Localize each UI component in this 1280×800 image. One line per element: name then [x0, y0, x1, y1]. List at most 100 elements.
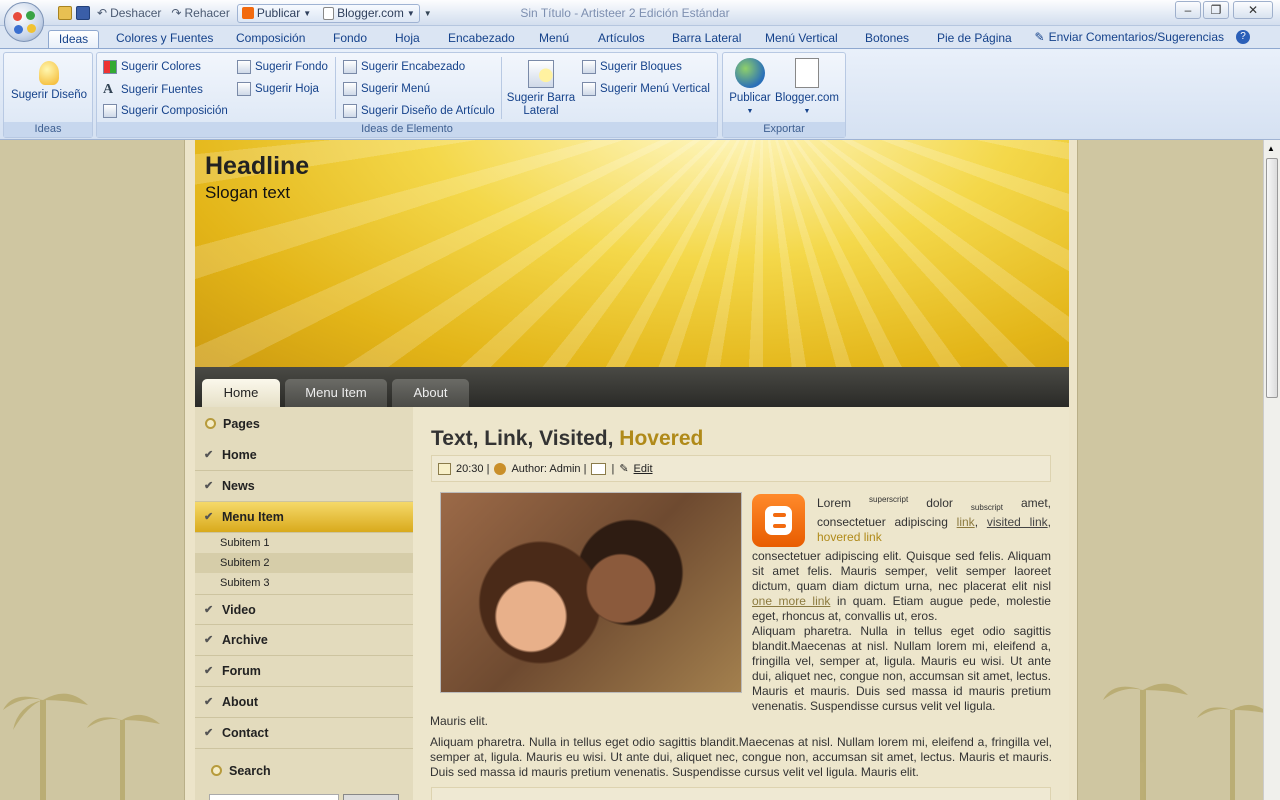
chevron-down-icon: ▼: [303, 8, 312, 18]
tab-articles[interactable]: Artículos: [590, 30, 653, 50]
check-icon: ✔: [204, 634, 214, 646]
menu-item-about[interactable]: About: [392, 379, 469, 407]
tab-ideas[interactable]: Ideas: [48, 30, 99, 50]
group-label-ideas: Ideas: [4, 122, 92, 137]
background-icon: [237, 60, 251, 74]
vmenu-item-forum[interactable]: ✔ Forum: [195, 656, 413, 687]
group-ideas: Sugerir Diseño Ideas: [3, 52, 93, 138]
check-icon: ✔: [204, 696, 214, 708]
author-icon: [494, 462, 507, 475]
suggest-vertical-menu-button[interactable]: Sugerir Menú Vertical: [582, 82, 710, 96]
menu-item-menu-item[interactable]: Menu Item: [285, 379, 387, 407]
blogger-com-button[interactable]: Blogger.com ▼: [773, 58, 841, 118]
suggest-colors-button[interactable]: Sugerir Colores: [103, 60, 201, 74]
menu-item-home[interactable]: Home: [202, 379, 280, 407]
suggest-blocks-button[interactable]: Sugerir Bloques: [582, 60, 682, 74]
chevron-down-icon: ▼: [803, 108, 811, 115]
orb-dot: [27, 24, 36, 33]
tab-sheet[interactable]: Hoja: [387, 30, 428, 50]
divider: [501, 57, 502, 119]
restore-button[interactable]: ❐: [1203, 1, 1229, 19]
orb-dot: [26, 11, 35, 20]
suggest-sidebar-button[interactable]: Sugerir Barra Lateral: [505, 60, 577, 118]
sidebar: Pages ✔ Home ✔ News ✔ Menu Item Subitem 1 S…: [195, 407, 413, 800]
vmenu-item-news[interactable]: ✔ News: [195, 471, 413, 502]
close-button[interactable]: ✕: [1233, 1, 1273, 19]
scroll-up-arrow[interactable]: ▲: [1267, 144, 1275, 153]
edit-link[interactable]: Edit: [634, 463, 653, 475]
email-icon[interactable]: [591, 462, 607, 475]
vertical-scrollbar[interactable]: ▲: [1263, 140, 1280, 800]
check-icon: ✔: [204, 480, 214, 492]
post-paragraph-2-tail: Mauris elit.: [430, 714, 489, 728]
check-icon: ✔: [204, 449, 214, 461]
tab-header[interactable]: Encabezado: [440, 30, 523, 50]
vmenu-subitem-3[interactable]: Subitem 3: [195, 573, 413, 593]
group-export: Publicar ▼ Blogger.com ▼ Exportar: [722, 52, 846, 138]
orb-dot: [13, 12, 22, 21]
post-photo: [440, 492, 742, 693]
help-icon[interactable]: ?: [1236, 30, 1250, 44]
colors-icon: [103, 60, 117, 74]
tab-composition[interactable]: Composición: [228, 30, 313, 50]
undo-button[interactable]: ↶ Deshacer: [94, 3, 164, 23]
redo-icon: ↷: [171, 6, 182, 20]
group-label-export: Exportar: [723, 122, 845, 137]
app-menu-button[interactable]: [4, 2, 44, 42]
suggest-fonts-button[interactable]: A Sugerir Fuentes: [103, 82, 203, 98]
suggest-background-button[interactable]: Sugerir Fondo: [237, 60, 328, 74]
post-area: Text, Link, Visited, Hovered 20:30 | Aut…: [413, 407, 1069, 800]
vmenu-item-menu-item[interactable]: ✔ Menu Item: [195, 502, 413, 533]
customize-qat-icon[interactable]: ▼: [424, 9, 432, 18]
chevron-down-icon: ▼: [406, 8, 415, 18]
one-more-link[interactable]: one more link: [752, 594, 830, 608]
suggest-header-button[interactable]: Sugerir Encabezado: [343, 60, 465, 74]
check-icon: ✔: [204, 727, 214, 739]
publish-button[interactable]: Publicar ▼: [727, 58, 773, 118]
vmenu-item-archive[interactable]: ✔ Archive: [195, 625, 413, 656]
search-button[interactable]: [343, 794, 399, 800]
vmenu-item-video[interactable]: ✔ Video: [195, 594, 413, 625]
site-headline[interactable]: Headline: [205, 152, 309, 181]
tab-buttons[interactable]: Botones: [857, 30, 917, 50]
hovered-link[interactable]: hovered link: [817, 530, 882, 544]
tab-colors-fonts[interactable]: Colores y Fuentes: [108, 30, 221, 50]
feedback-button[interactable]: ✎ Enviar Comentarios/Sugerencias ?: [1035, 30, 1250, 44]
open-icon[interactable]: [58, 6, 72, 20]
vmenu-subitem-2[interactable]: Subitem 2: [195, 553, 413, 573]
minimize-button[interactable]: –: [1175, 1, 1201, 19]
suggest-sheet-button[interactable]: Sugerir Hoja: [237, 82, 319, 96]
tab-background[interactable]: Fondo: [325, 30, 375, 50]
post-author: Author: Admin |: [511, 462, 587, 475]
search-input[interactable]: [209, 794, 339, 800]
tab-vertical-menu[interactable]: Menú Vertical: [757, 30, 846, 50]
vmenu-item-about[interactable]: ✔ About: [195, 687, 413, 718]
bullet-circle-icon: [205, 418, 216, 429]
site-slogan[interactable]: Slogan text: [205, 183, 290, 203]
post-paragraph-3: Aliquam pharetra. Nulla in tellus eget o…: [430, 735, 1052, 779]
check-icon: ✔: [204, 511, 214, 523]
sample-link[interactable]: link: [957, 515, 975, 529]
sheet-icon: [237, 82, 251, 96]
ribbon: Sugerir Diseño Ideas Sugerir Colores A Su…: [0, 48, 1280, 140]
visited-link[interactable]: visited link: [987, 515, 1048, 529]
post-footer: [431, 787, 1051, 800]
bullet-circle-icon: [211, 765, 222, 776]
site-sheet: Headline Slogan text Home Menu Item Abou…: [184, 140, 1078, 800]
publish-combo[interactable]: Publicar ▼ Blogger.com ▼: [236, 3, 420, 23]
redo-button[interactable]: ↷ Rehacer: [168, 3, 232, 23]
tab-footer[interactable]: Pie de Página: [929, 30, 1020, 50]
suggest-composition-button[interactable]: Sugerir Composición: [103, 104, 228, 118]
save-icon[interactable]: [76, 6, 90, 20]
blocks-icon: [582, 60, 596, 74]
tab-menu[interactable]: Menú: [531, 30, 577, 50]
edit-icon: ✎: [619, 463, 629, 475]
scrollbar-thumb[interactable]: [1266, 158, 1278, 398]
suggest-menu-button[interactable]: Sugerir Menú: [343, 82, 430, 96]
vmenu-item-home[interactable]: ✔ Home: [195, 440, 413, 471]
suggest-article-design-button[interactable]: Sugerir Diseño de Artículo: [343, 104, 495, 118]
vmenu-subitem-1[interactable]: Subitem 1: [195, 533, 413, 553]
vmenu-item-contact[interactable]: ✔ Contact: [195, 718, 413, 749]
suggest-design-button[interactable]: Sugerir Diseño: [8, 61, 90, 102]
tab-sidebar[interactable]: Barra Lateral: [664, 30, 749, 50]
